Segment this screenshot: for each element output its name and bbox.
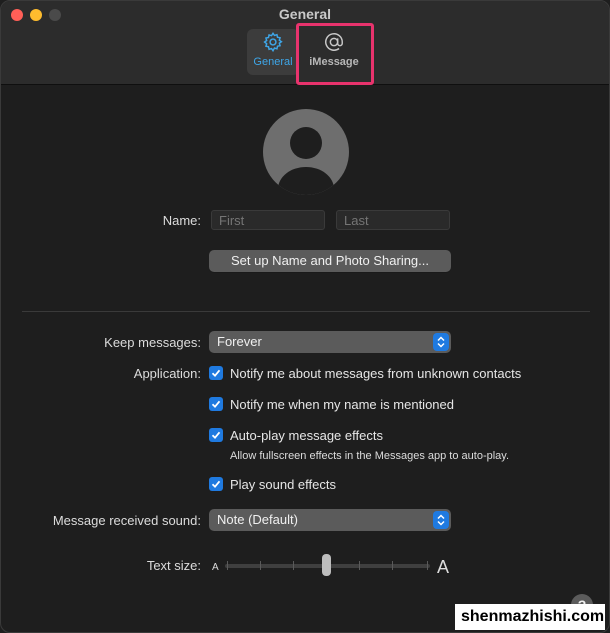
checkmark-icon	[209, 366, 223, 380]
checkmark-icon	[209, 397, 223, 411]
slider-tick	[260, 561, 261, 570]
keep-messages-value: Forever	[217, 334, 262, 349]
checkbox-label: Play sound effects	[230, 476, 336, 492]
slider-tick	[293, 561, 294, 570]
message-received-sound-value: Note (Default)	[217, 512, 298, 527]
tab-general[interactable]: General	[247, 29, 299, 75]
window-title: General	[278, 6, 332, 22]
checkmark-icon	[209, 428, 223, 442]
slider-tick	[392, 561, 393, 570]
chevron-up-down-icon	[433, 333, 449, 351]
tab-general-label: General	[253, 56, 293, 68]
notify-name-mentioned-checkbox[interactable]: Notify me when my name is mentioned	[209, 395, 454, 413]
annotation-highlight-box	[296, 23, 374, 85]
checkmark-icon	[209, 477, 223, 491]
checkbox-label: Auto-play message effects	[230, 427, 383, 443]
chevron-up-down-icon	[433, 511, 449, 529]
application-label: Application:	[133, 366, 201, 381]
keep-messages-label: Keep messages:	[104, 335, 201, 350]
checkbox-label: Notify me when my name is mentioned	[230, 396, 454, 412]
name-label: Name:	[162, 213, 201, 228]
preferences-window: General General iMessage Name: First Las…	[0, 0, 610, 633]
notify-unknown-contacts-checkbox[interactable]: Notify me about messages from unknown co…	[209, 364, 521, 382]
last-name-field[interactable]	[336, 210, 450, 230]
watermark: shenmazhishi.com	[455, 604, 605, 630]
autoplay-note: Allow fullscreen effects in the Messages…	[230, 450, 510, 462]
slider-tick	[227, 561, 228, 570]
text-size-large-label: A	[437, 557, 450, 577]
first-name-field[interactable]	[211, 210, 325, 230]
message-received-sound-label: Message received sound:	[52, 513, 201, 528]
text-size-small-label: A	[212, 562, 219, 573]
slider-tick	[427, 561, 428, 570]
text-size-label: Text size:	[146, 558, 201, 573]
setup-name-photo-sharing-button[interactable]: Set up Name and Photo Sharing...	[209, 250, 451, 272]
keep-messages-select[interactable]: Forever	[209, 331, 451, 353]
message-received-sound-select[interactable]: Note (Default)	[209, 509, 451, 531]
checkbox-label: Notify me about messages from unknown co…	[230, 365, 522, 381]
avatar[interactable]	[263, 109, 349, 195]
play-sound-effects-checkbox[interactable]: Play sound effects	[209, 475, 336, 493]
autoplay-effects-checkbox[interactable]: Auto-play message effects	[209, 426, 383, 444]
slider-tick	[359, 561, 360, 570]
gear-icon	[247, 29, 299, 55]
divider	[22, 311, 590, 312]
text-size-slider-thumb[interactable]	[322, 554, 331, 576]
